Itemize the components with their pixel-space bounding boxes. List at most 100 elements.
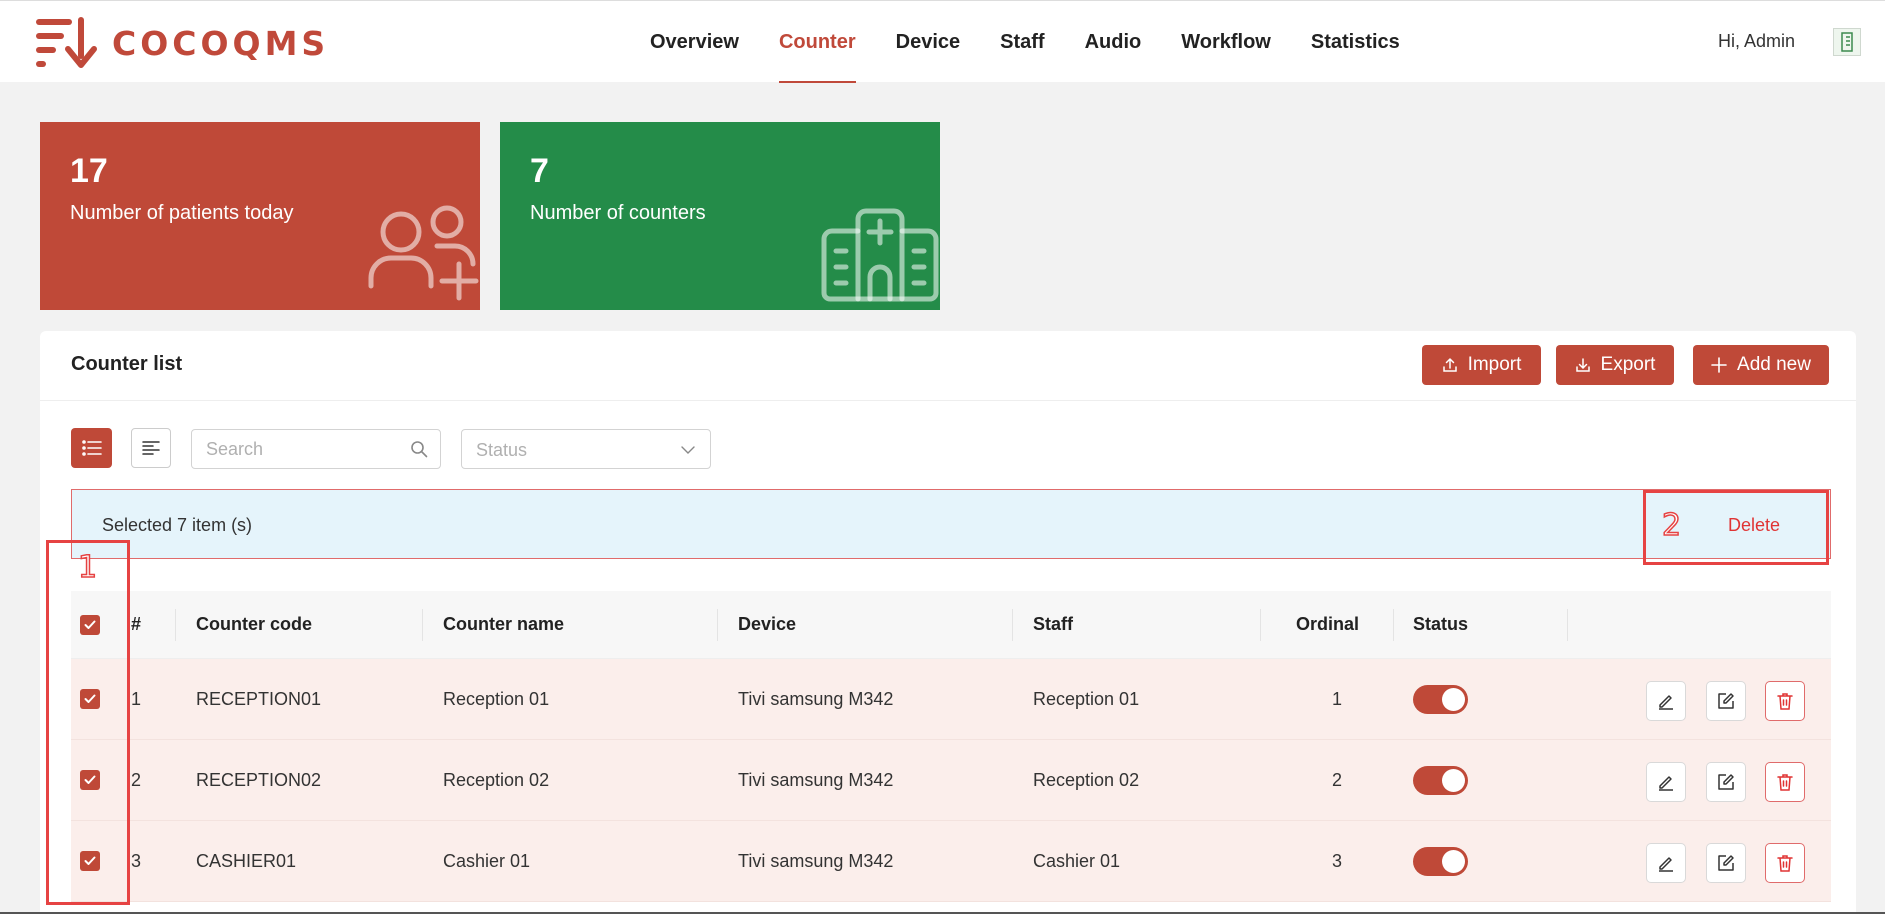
stat-patients-value: 17 [70,152,108,190]
import-label: Import [1467,354,1522,375]
row-ordinal: 2 [1332,769,1343,790]
row-code: RECEPTION02 [196,769,322,790]
row-device: Tivi samsung M342 [738,850,894,871]
header-name[interactable]: Counter name [443,591,564,658]
list-icon [81,440,102,456]
edit-button[interactable] [1646,843,1686,883]
add-new-label: Add new [1737,354,1811,375]
row-name: Reception 01 [443,688,550,709]
status-select[interactable]: Status [461,429,711,469]
trash-icon [1777,693,1793,710]
nav-staff[interactable]: Staff [1000,1,1044,83]
avatar-icon [1841,32,1853,52]
delete-row-button[interactable] [1765,681,1805,721]
counter-table: # Counter code Counter name Device Staff… [71,591,1831,902]
header-ordinal[interactable]: Ordinal [1296,591,1359,658]
panel-title: Counter list [71,353,183,375]
annotation-number-1: 1 [77,549,98,586]
header-status[interactable]: Status [1413,591,1468,658]
edit-details-button[interactable] [1706,843,1746,883]
selection-count: Selected 7 item (s) [102,515,253,535]
brand-logo[interactable]: COCOQMS [36,17,329,69]
edit-square-icon [1718,774,1734,790]
hospital-icon [821,208,939,302]
align-left-icon [142,441,160,455]
row-ordinal: 1 [1332,688,1343,709]
add-new-button[interactable]: Add new [1693,345,1829,385]
trash-icon [1777,774,1793,791]
row-num: 2 [131,769,142,790]
import-button[interactable]: Import [1422,345,1541,385]
row-staff: Reception 02 [1033,769,1140,790]
stat-card-counters: 7 Number of counters [500,122,940,310]
edit-button[interactable] [1646,762,1686,802]
selection-bar: Selected 7 item (s) Delete [71,489,1831,559]
align-view-button[interactable] [131,428,171,468]
row-staff: Cashier 01 [1033,850,1121,871]
header-code[interactable]: Counter code [196,591,312,658]
pencil-icon [1659,857,1673,872]
stat-card-patients: 17 Number of patients today [40,122,480,310]
brand-name: COCOQMS [112,23,330,63]
row-num: 3 [131,850,142,871]
export-label: Export [1600,354,1656,375]
status-toggle[interactable] [1413,684,1468,714]
list-view-button[interactable] [71,428,112,468]
delete-row-button[interactable] [1765,843,1805,883]
column-divider [422,609,423,641]
column-divider [1393,609,1394,641]
row-ordinal: 3 [1332,850,1343,871]
row-name: Cashier 01 [443,850,531,871]
row-staff: Reception 01 [1033,688,1140,709]
nav-counter[interactable]: Counter [778,1,856,83]
nav-overview[interactable]: Overview [650,1,739,83]
row-code: CASHIER01 [196,850,297,871]
nav-audio[interactable]: Audio [1085,1,1142,83]
header-staff[interactable]: Staff [1033,591,1073,658]
column-divider [175,609,176,641]
row-device: Tivi samsung M342 [738,769,894,790]
row-device: Tivi samsung M342 [738,688,894,709]
edit-details-button[interactable] [1706,681,1746,721]
export-button[interactable]: Export [1556,345,1674,385]
nav-device[interactable]: Device [896,1,961,83]
table-row: 1 RECEPTION01 Reception 01 Tivi samsung … [71,659,1831,740]
edit-details-button[interactable] [1706,762,1746,802]
nav-statistics[interactable]: Statistics [1311,1,1400,83]
annotation-box-checkboxes [46,540,130,905]
pencil-icon [1659,776,1673,791]
column-divider [1567,609,1568,641]
counter-list-panel: Counter list Import Export Add new Statu… [40,331,1856,914]
search-input[interactable] [206,430,406,468]
logo-icon [36,17,97,68]
pencil-icon [1659,695,1673,710]
column-divider [717,609,718,641]
table-row: 2 RECEPTION02 Reception 02 Tivi samsung … [71,740,1831,821]
chevron-down-icon [681,446,695,454]
users-plus-icon [368,205,479,301]
top-navbar: COCOQMS Overview Counter Device Staff Au… [0,0,1885,83]
header-device[interactable]: Device [738,591,796,658]
column-divider [1260,609,1261,641]
plus-icon [1711,357,1727,373]
delete-row-button[interactable] [1765,762,1805,802]
edit-button[interactable] [1646,681,1686,721]
edit-square-icon [1718,855,1734,871]
status-toggle[interactable] [1413,765,1468,795]
avatar[interactable] [1833,28,1861,56]
stat-counters-label: Number of counters [530,202,706,224]
status-placeholder: Status [476,440,528,460]
stat-counters-value: 7 [530,152,549,190]
search-field[interactable] [191,429,441,469]
status-toggle[interactable] [1413,846,1468,876]
main-nav: Overview Counter Device Staff Audio Work… [650,1,1440,83]
panel-header: Counter list Import Export Add new [40,331,1856,401]
search-icon [411,441,428,458]
download-icon [1575,358,1590,372]
user-greeting[interactable]: Hi, Admin [1718,31,1795,52]
header-num: # [131,614,142,634]
row-name: Reception 02 [443,769,550,790]
row-code: RECEPTION01 [196,688,322,709]
nav-workflow[interactable]: Workflow [1181,1,1271,83]
table-row: 3 CASHIER01 Cashier 01 Tivi samsung M342… [71,821,1831,902]
